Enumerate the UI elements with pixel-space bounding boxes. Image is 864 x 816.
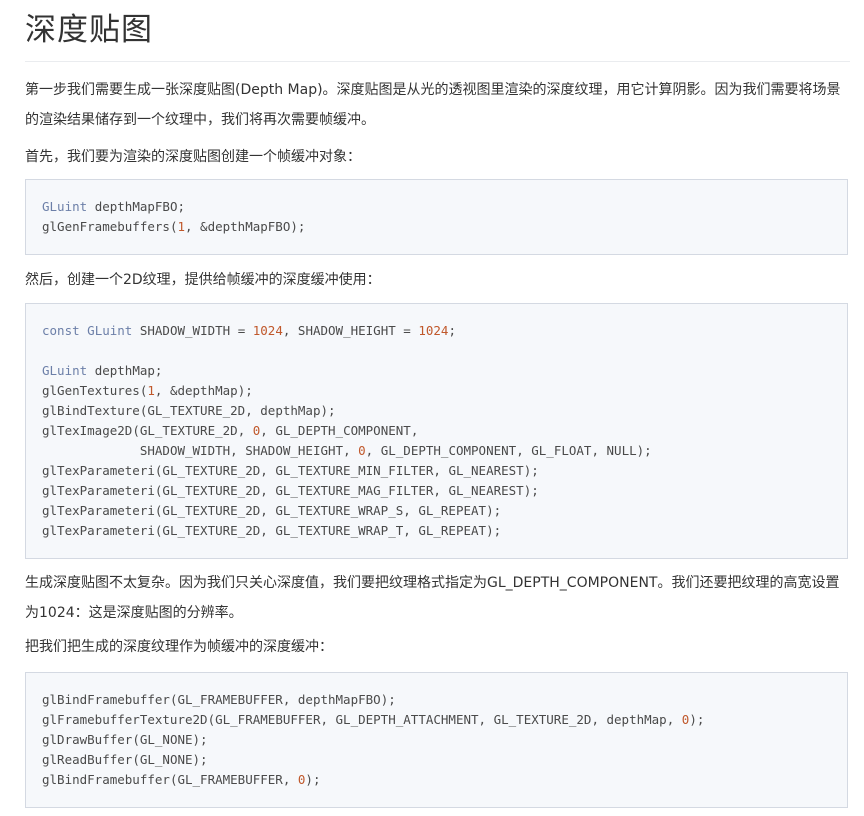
attach-paragraph: 把我们把生成的深度纹理作为帧缓冲的深度缓冲：: [25, 639, 333, 655]
code-line: glDrawBuffer(GL_NONE);: [42, 732, 208, 747]
code-line: glBindFramebuffer(GL_FRAMEBUFFER, depthM…: [42, 692, 396, 707]
code-line: glTexParameteri(GL_TEXTURE_2D, GL_TEXTUR…: [42, 523, 502, 538]
code-line: GLuint depthMapFBO;: [42, 199, 186, 214]
code-line: glTexParameteri(GL_TEXTURE_2D, GL_TEXTUR…: [42, 483, 539, 498]
page-title: 深度贴图: [25, 12, 153, 48]
code-block-texture: const GLuint SHADOW_WIDTH = 1024, SHADOW…: [25, 303, 848, 559]
code-line: const GLuint SHADOW_WIDTH = 1024, SHADOW…: [42, 323, 456, 338]
code-line: glTexParameteri(GL_TEXTURE_2D, GL_TEXTUR…: [42, 463, 539, 478]
code-line: glGenTextures(1, &depthMap);: [42, 383, 253, 398]
intro-paragraph: 第一步我们需要生成一张深度贴图(Depth Map)。深度贴图是从光的透视图里渲…: [25, 82, 841, 128]
code-line: glBindFramebuffer(GL_FRAMEBUFFER, 0);: [42, 772, 321, 787]
code-lines: const GLuint SHADOW_WIDTH = 1024, SHADOW…: [42, 321, 652, 541]
code-line: glGenFramebuffers(1, &depthMapFBO);: [42, 219, 306, 234]
texture-paragraph: 然后，创建一个2D纹理，提供给帧缓冲的深度缓冲使用：: [25, 272, 381, 288]
code-line: SHADOW_WIDTH, SHADOW_HEIGHT, 0, GL_DEPTH…: [139, 443, 652, 458]
code-line: GLuint depthMap;: [42, 363, 163, 378]
explanation-paragraph: 生成深度贴图不太复杂。因为我们只关心深度值，我们要把纹理格式指定为GL_DEPT…: [25, 575, 840, 621]
code-lines: GLuint depthMapFBO; glGenFramebuffers(1, …: [42, 197, 305, 237]
fbo-paragraph: 首先，我们要为渲染的深度贴图创建一个帧缓冲对象：: [25, 149, 361, 165]
code-line: glBindTexture(GL_TEXTURE_2D, depthMap);: [42, 403, 336, 418]
title-divider: [25, 61, 850, 62]
code-line: glTexParameteri(GL_TEXTURE_2D, GL_TEXTUR…: [42, 503, 502, 518]
code-line: glTexImage2D(GL_TEXTURE_2D, 0, GL_DEPTH_…: [42, 423, 419, 438]
code-block-attach: glBindFramebuffer(GL_FRAMEBUFFER, depthM…: [25, 672, 848, 808]
code-line: glFramebufferTexture2D(GL_FRAMEBUFFER, G…: [42, 712, 705, 727]
code-line: glReadBuffer(GL_NONE);: [42, 752, 208, 767]
code-block-fbo: GLuint depthMapFBO; glGenFramebuffers(1, …: [25, 179, 848, 255]
code-lines: glBindFramebuffer(GL_FRAMEBUFFER, depthM…: [42, 690, 704, 790]
